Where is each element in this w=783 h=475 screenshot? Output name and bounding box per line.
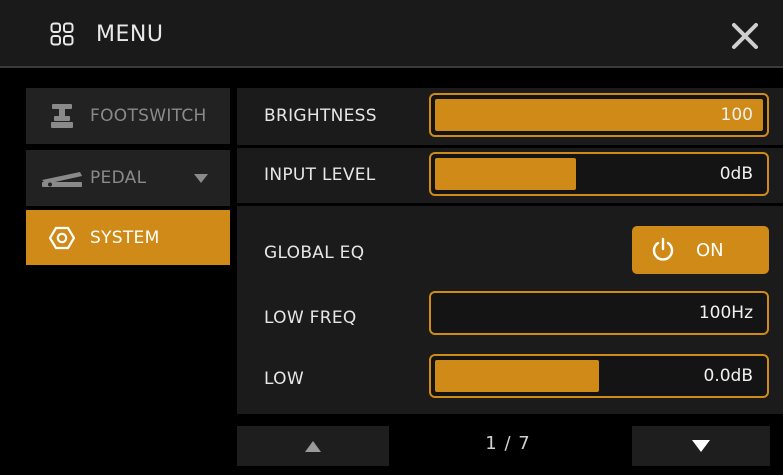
hexagon-icon xyxy=(40,224,84,252)
parameter-panel: BRIGHTNESS 100 INPUT LEVEL 0dB GLOBAL EQ… xyxy=(237,88,783,414)
close-icon[interactable] xyxy=(730,21,760,51)
sidebar-item-label: SYSTEM xyxy=(90,227,160,248)
input-level-slider[interactable]: 0dB xyxy=(429,152,769,196)
power-icon xyxy=(652,237,674,261)
row-divider xyxy=(237,203,783,206)
sidebar-item-footswitch[interactable]: FOOTSWITCH xyxy=(26,88,230,144)
page-up-button[interactable] xyxy=(237,426,389,466)
page-down-button[interactable] xyxy=(632,426,770,466)
sidebar-item-label: FOOTSWITCH xyxy=(90,106,207,126)
input-level-value: 0dB xyxy=(719,164,753,184)
global-eq-label: GLOBAL EQ xyxy=(264,243,365,263)
brightness-slider[interactable]: 100 xyxy=(429,93,769,137)
low-label: LOW xyxy=(264,369,304,389)
brightness-value: 100 xyxy=(720,105,753,125)
sidebar: FOOTSWITCH PEDAL SYSTEM xyxy=(0,70,237,475)
sidebar-item-label: PEDAL xyxy=(90,168,147,188)
low-value: 0.0dB xyxy=(703,366,754,386)
sidebar-item-system[interactable]: SYSTEM xyxy=(26,210,230,265)
brightness-fill xyxy=(435,99,763,131)
input-level-fill xyxy=(435,158,576,190)
grid-menu-icon xyxy=(50,22,74,46)
footswitch-icon xyxy=(40,102,84,130)
header-bar: MENU xyxy=(0,0,783,68)
sidebar-item-pedal[interactable]: PEDAL xyxy=(26,150,230,206)
pedal-icon xyxy=(40,164,84,192)
input-level-label: INPUT LEVEL xyxy=(264,165,376,185)
menu-title: MENU xyxy=(96,22,164,47)
global-eq-toggle[interactable]: ON xyxy=(632,226,769,274)
low-fill xyxy=(435,360,599,392)
row-divider xyxy=(237,145,783,148)
low-freq-label: LOW FREQ xyxy=(264,308,357,328)
page-indicator: 1 / 7 xyxy=(485,433,531,454)
brightness-label: BRIGHTNESS xyxy=(264,106,377,126)
chevron-down-icon[interactable] xyxy=(194,173,208,183)
low-slider[interactable]: 0.0dB xyxy=(429,354,769,398)
low-freq-value: 100Hz xyxy=(698,303,753,323)
chevron-up-icon xyxy=(305,440,321,452)
global-eq-value: ON xyxy=(696,239,724,261)
low-freq-slider[interactable]: 100Hz xyxy=(429,291,769,335)
chevron-down-icon xyxy=(692,440,710,452)
